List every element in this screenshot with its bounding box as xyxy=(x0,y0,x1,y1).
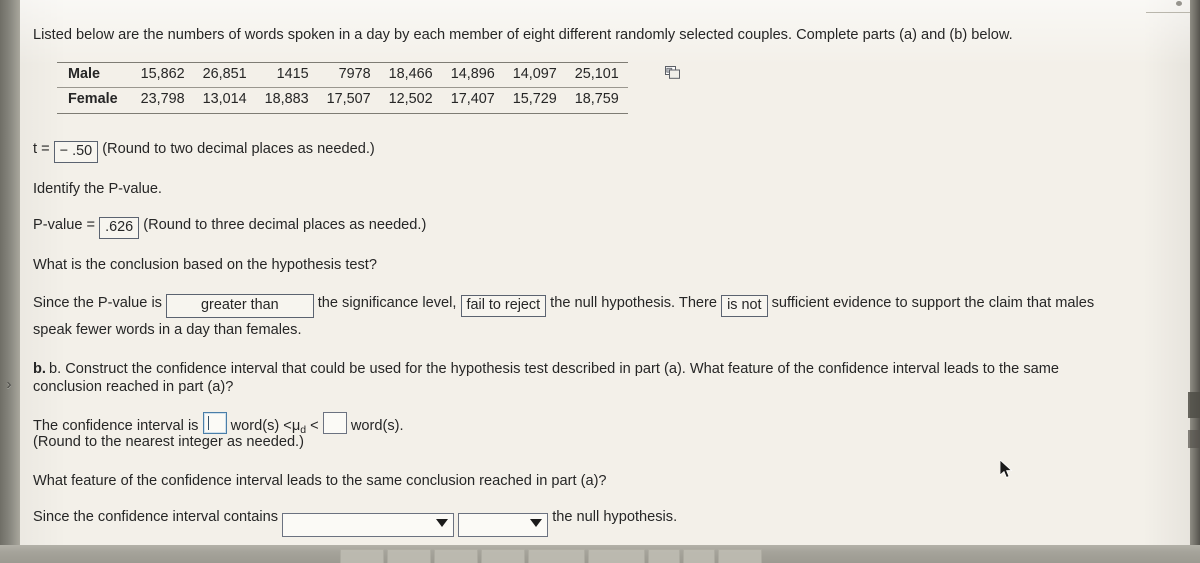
t-label: t = xyxy=(33,141,50,157)
conclusion-sentence-line1: Since the P-value is greater than the si… xyxy=(33,294,1095,319)
null-hypothesis-text: the null hypothesis. There xyxy=(550,295,718,311)
conclusion-sentence-line2: speak fewer words in a day than females. xyxy=(33,322,302,338)
expand-panel-chevron-icon[interactable]: › xyxy=(1,375,17,395)
arrow-cursor xyxy=(1000,460,1013,479)
ci-prefix: The confidence interval is xyxy=(33,418,199,434)
window-control-dot xyxy=(1176,1,1182,6)
word-counts-table: Male 15,862 26,851 1415 7978 18,466 14,8… xyxy=(57,61,628,114)
problem-intro-text: Listed below are the numbers of words sp… xyxy=(33,27,1013,43)
cell-male-1: 15,862 xyxy=(131,61,194,88)
taskbar-button[interactable] xyxy=(718,549,762,563)
chevron-down-icon xyxy=(436,519,449,527)
cell-male-4: 7978 xyxy=(317,61,380,88)
row-label-male: Male xyxy=(57,61,132,88)
cell-female-2: 13,014 xyxy=(193,87,256,114)
pvalue-label: P-value = xyxy=(33,217,96,233)
taskbar-button[interactable] xyxy=(387,549,431,563)
cell-male-3: 1415 xyxy=(255,61,318,88)
right-scrollbar-strip[interactable] xyxy=(1190,0,1200,545)
row-label-female: Female xyxy=(57,87,132,114)
cell-male-2: 26,851 xyxy=(193,61,256,88)
comparison-dropdown[interactable]: greater than xyxy=(166,294,314,319)
screen: › Listed below are the numbers of words … xyxy=(0,0,1200,563)
part-b-prompt-text: b. Construct the confidence interval tha… xyxy=(49,361,1060,377)
evidence-tail-text: sufficient evidence to support the claim… xyxy=(771,295,1095,311)
taskbar-button[interactable] xyxy=(528,549,585,563)
cell-female-1: 23,798 xyxy=(131,87,194,114)
significance-level-text: the significance level, xyxy=(317,295,457,311)
feature-question: What feature of the confidence interval … xyxy=(33,473,607,489)
taskbar-button[interactable] xyxy=(683,549,715,563)
contains-dropdown-1[interactable] xyxy=(282,513,455,537)
identify-pvalue-prompt: Identify the P-value. xyxy=(33,181,162,197)
t-statistic-line: t = − .50 (Round to two decimal places a… xyxy=(33,140,375,164)
cell-female-3: 18,883 xyxy=(255,87,318,114)
right-edge-notch xyxy=(1188,392,1200,418)
copy-to-clipboard-icon[interactable] xyxy=(665,66,680,79)
table-row: Male 15,862 26,851 1415 7978 18,466 14,8… xyxy=(57,61,628,88)
taskbar-button[interactable] xyxy=(434,549,478,563)
ci-lower-bound-input[interactable] xyxy=(202,412,227,434)
taskbar-button[interactable] xyxy=(340,549,384,563)
t-value-box[interactable]: − .50 xyxy=(53,141,99,164)
t-hint: (Round to two decimal places as needed.) xyxy=(102,141,375,157)
part-b-prompt-line1: b. b. Construct the confidence interval … xyxy=(33,360,1059,380)
pvalue-hint: (Round to three decimal places as needed… xyxy=(143,217,427,233)
cell-male-6: 14,896 xyxy=(441,61,504,88)
cell-male-7: 14,097 xyxy=(503,61,566,88)
taskbar-button[interactable] xyxy=(648,549,680,563)
taskbar-button[interactable] xyxy=(481,549,525,563)
contains-suffix-text: the null hypothesis. xyxy=(552,509,678,525)
cell-female-4: 17,507 xyxy=(317,87,380,114)
left-window-gutter xyxy=(0,0,20,563)
table-row: Female 23,798 13,014 18,883 17,507 12,50… xyxy=(57,87,628,114)
chevron-down-icon xyxy=(530,519,543,527)
pvalue-line: P-value = .626 (Round to three decimal p… xyxy=(33,216,427,240)
taskbar-buttons[interactable] xyxy=(340,549,762,563)
ci-suffix-text: word(s). xyxy=(350,418,404,434)
ci-mid-left-text: word(s) < xyxy=(230,418,292,434)
decision-dropdown[interactable]: fail to reject xyxy=(460,295,547,318)
cell-male-5: 18,466 xyxy=(379,61,442,88)
since-prefix: Since the P-value is xyxy=(33,295,162,311)
document-content-area: Listed below are the numbers of words sp… xyxy=(20,0,1200,545)
cell-female-7: 15,729 xyxy=(503,87,566,114)
contains-dropdown-2[interactable] xyxy=(458,513,549,537)
cell-female-5: 12,502 xyxy=(379,87,442,114)
part-b-prompt-line2: conclusion reached in part (a)? xyxy=(33,379,234,395)
ci-upper-bound-input[interactable] xyxy=(322,412,347,434)
contains-sentence-line: Since the confidence interval contains t… xyxy=(33,508,677,537)
taskbar-button[interactable] xyxy=(588,549,645,563)
ci-mid-right-text: < xyxy=(310,418,319,434)
mu-d-symbol: μd xyxy=(291,418,307,436)
cell-female-8: 18,759 xyxy=(565,87,628,114)
part-b-label: b. xyxy=(33,361,46,377)
evidence-dropdown[interactable]: is not xyxy=(721,295,768,318)
contains-prefix: Since the confidence interval contains xyxy=(33,509,279,525)
cell-male-8: 25,101 xyxy=(565,61,628,88)
exercise-document: Listed below are the numbers of words sp… xyxy=(20,0,1190,545)
ci-rounding-hint: (Round to the nearest integer as needed.… xyxy=(33,434,304,450)
conclusion-question: What is the conclusion based on the hypo… xyxy=(33,257,377,273)
right-edge-notch-secondary xyxy=(1188,430,1200,448)
pvalue-input-box[interactable]: .626 xyxy=(99,217,140,240)
cell-female-6: 17,407 xyxy=(441,87,504,114)
